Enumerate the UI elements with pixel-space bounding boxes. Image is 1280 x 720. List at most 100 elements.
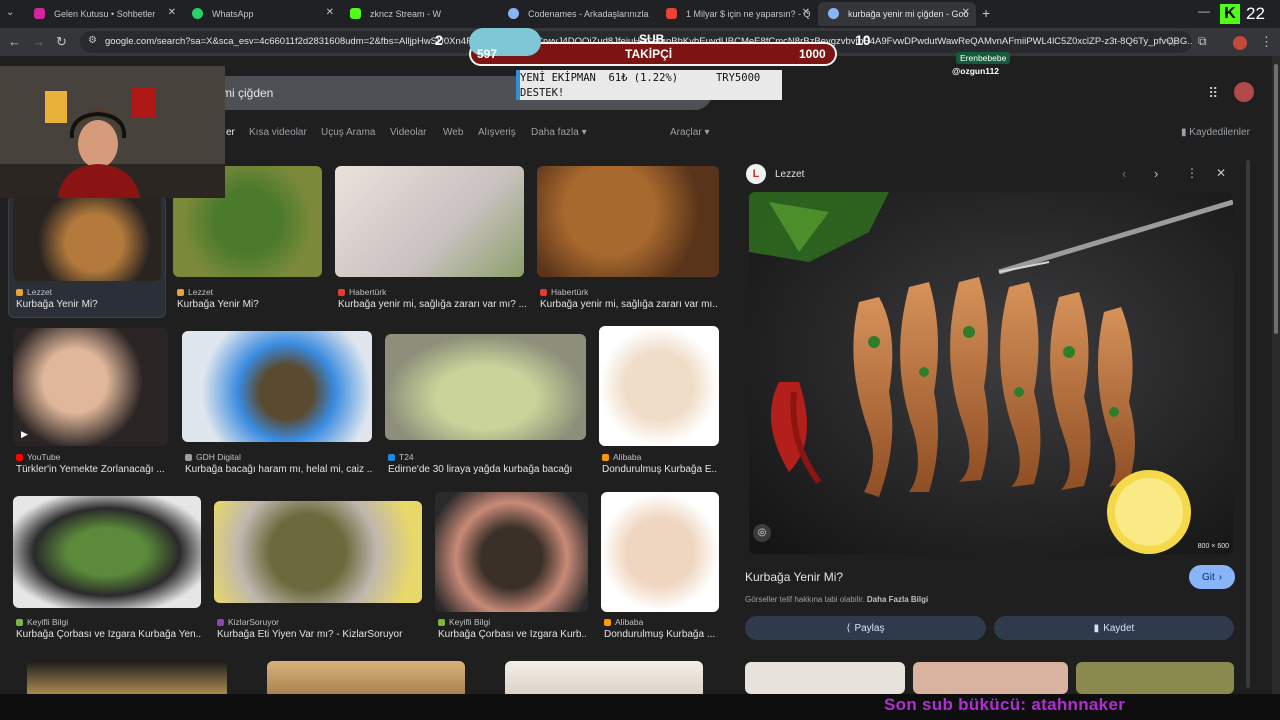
lezzet-logo: L (746, 164, 766, 184)
panel-scrollbar[interactable] (1246, 160, 1250, 688)
tab-codenames[interactable]: Codenames - Arkadaşlarınızla (498, 2, 656, 26)
source-name: Habertürk (349, 287, 387, 297)
whatsapp-icon (192, 8, 203, 19)
more-options-icon[interactable]: ⋮ (1186, 166, 1198, 180)
extensions-icon[interactable]: ⧉ (1198, 34, 1207, 49)
related-image[interactable] (745, 662, 905, 694)
result-caption[interactable]: Kurbağa yenir mi, sağlığa zararı var mı?… (338, 299, 526, 310)
close-tab-icon[interactable]: ✕ (962, 7, 970, 18)
close-panel-icon[interactable]: ✕ (1216, 166, 1226, 180)
tab-title: zkncz Stream - W (370, 9, 442, 19)
result-caption[interactable]: Kurbağa Yenir Mi? (16, 299, 164, 310)
next-image-icon[interactable]: › (1154, 166, 1158, 181)
result-caption[interactable]: Türkler'in Yemekte Zorlanacağı ... (16, 464, 166, 475)
result-caption[interactable]: Kurbağa Çorbası ve Izgara Kurbağa Yen... (16, 629, 202, 640)
site-info-icon[interactable]: ⚙ (88, 35, 97, 46)
tab-instagram[interactable]: Gelen Kutusu • Sohbetler ✕ (24, 2, 182, 26)
result-image[interactable] (435, 492, 588, 612)
share-button[interactable]: ⟨ Paylaş (745, 616, 986, 640)
previous-image-icon[interactable]: ‹ (1122, 166, 1126, 181)
saved-label: Kaydedilenler (1189, 127, 1250, 138)
related-image[interactable] (1076, 662, 1234, 694)
panel-image-title[interactable]: Kurbağa Yenir Mi? (745, 570, 843, 584)
chip-flights[interactable]: Uçuş Arama (321, 127, 375, 138)
result-source: Alibaba (602, 452, 641, 462)
new-tab-button[interactable]: + (982, 5, 990, 21)
chip-short-videos[interactable]: Kısa videolar (249, 127, 307, 138)
browser-menu-icon[interactable]: ⋮ (1260, 34, 1273, 50)
result-caption[interactable]: Kurbağa yenir mi, sağlığa zararı var mı.… (540, 299, 718, 310)
tab-title: WhatsApp (212, 9, 254, 19)
account-avatar[interactable] (1234, 82, 1254, 102)
sub-goal-bar: 2 SUB 10 597 TAKİPÇİ 1000 (435, 28, 871, 66)
scrollbar-thumb[interactable] (1274, 64, 1278, 334)
result-caption[interactable]: Kurbağa Eti Yiyen Var mı? - KizlarSoruyo… (217, 629, 422, 640)
last-sub-text: Son sub bükücü: atahnnaker (884, 695, 1126, 714)
close-tab-icon[interactable]: ✕ (802, 7, 810, 18)
result-image[interactable] (385, 334, 586, 440)
search-query-text: mi çiğden (222, 86, 274, 100)
bookmark-star-icon[interactable]: ☆ (1166, 34, 1178, 50)
chip-images[interactable]: er (226, 127, 235, 138)
result-source: T24 (388, 452, 414, 462)
related-image[interactable] (913, 662, 1068, 694)
reload-icon[interactable]: ↻ (56, 34, 67, 50)
chip-more[interactable]: Daha fazla ▾ (531, 127, 587, 138)
result-image[interactable] (182, 331, 372, 442)
visit-button[interactable]: Git › (1189, 565, 1235, 589)
preview-image[interactable]: ◎ 800 × 600 (749, 192, 1233, 554)
save-button[interactable]: ▮ Kaydet (994, 616, 1234, 640)
close-tab-icon[interactable]: ✕ (168, 7, 176, 18)
result-image[interactable] (537, 166, 719, 277)
result-caption[interactable]: Edirne'de 30 liraya yağda kurbağa bacağı (388, 464, 588, 475)
tab-kick-stream[interactable]: zkncz Stream - W (340, 2, 498, 26)
keyifli-bilgi-icon (438, 618, 445, 626)
result-caption[interactable]: Dondurulmuş Kurbağa ... (604, 629, 718, 640)
chip-videos[interactable]: Videolar (390, 127, 427, 138)
result-image[interactable] (13, 196, 161, 281)
minimize-button[interactable]: — (1198, 4, 1210, 18)
streamer-webcam (0, 66, 225, 198)
followers-label: TAKİPÇİ (625, 47, 673, 61)
result-image[interactable] (601, 492, 719, 612)
result-image[interactable] (335, 166, 524, 277)
image-preview-panel: L Lezzet ‹ › ⋮ ✕ ◎ 800 × 600 Kurbağa Yen… (734, 156, 1254, 694)
page-scrollbar[interactable] (1272, 56, 1280, 694)
result-caption[interactable]: Kurbağa Çorbası ve Izgara Kurb... (438, 629, 586, 640)
kick-logo-icon: K (1220, 4, 1240, 24)
result-caption[interactable]: Kurbağa bacağı haram mı, helal mi, caiz … (185, 464, 373, 475)
instagram-icon (34, 8, 45, 19)
tab-quiz[interactable]: 1 Milyar $ için ne yaparsın? - Q ✕ (656, 2, 816, 26)
chip-shopping[interactable]: Alışveriş (478, 127, 516, 138)
more-info-link[interactable]: Daha Fazla Bilgi (867, 595, 928, 604)
result-caption[interactable]: Kurbağa Yenir Mi? (177, 299, 327, 310)
lens-icon[interactable]: ◎ (753, 524, 771, 542)
tab-google-search[interactable]: kurbağa yenir mi çiğden - Goo ✕ (818, 2, 976, 26)
quiz-icon (666, 8, 677, 19)
result-caption[interactable]: Dondurulmuş Kurbağa E... (602, 464, 718, 475)
chip-tools[interactable]: Araçlar ▾ (670, 127, 710, 138)
result-source: Keyifli Bilgi (438, 617, 490, 627)
result-image[interactable] (13, 496, 201, 608)
tab-whatsapp[interactable]: WhatsApp ✕ (182, 2, 340, 26)
back-arrow-icon[interactable]: ← (8, 34, 21, 49)
saved-link[interactable]: ▮ Kaydedilenler (1181, 127, 1250, 138)
result-image[interactable] (214, 501, 422, 603)
tab-search-icon[interactable]: ⌄ (6, 7, 14, 18)
result-image[interactable]: ▶ (13, 328, 168, 446)
tab-title: Gelen Kutusu • Sohbetler (54, 9, 156, 19)
result-source: Lezzet (16, 287, 52, 297)
result-source: KizlarSoruyor (217, 617, 279, 627)
result-image[interactable] (27, 661, 227, 694)
panel-source-name[interactable]: Lezzet (775, 169, 804, 180)
source-name: Habertürk (551, 287, 589, 297)
profile-avatar[interactable] (1233, 36, 1247, 50)
result-image[interactable] (505, 661, 703, 694)
chip-web[interactable]: Web (443, 127, 463, 138)
source-name: Lezzet (188, 287, 214, 297)
result-image[interactable] (599, 326, 719, 446)
apps-grid-icon[interactable]: ⠿ (1208, 85, 1218, 102)
forward-arrow-icon[interactable]: → (32, 34, 45, 49)
close-tab-icon[interactable]: ✕ (326, 7, 334, 18)
result-image[interactable] (267, 661, 465, 694)
